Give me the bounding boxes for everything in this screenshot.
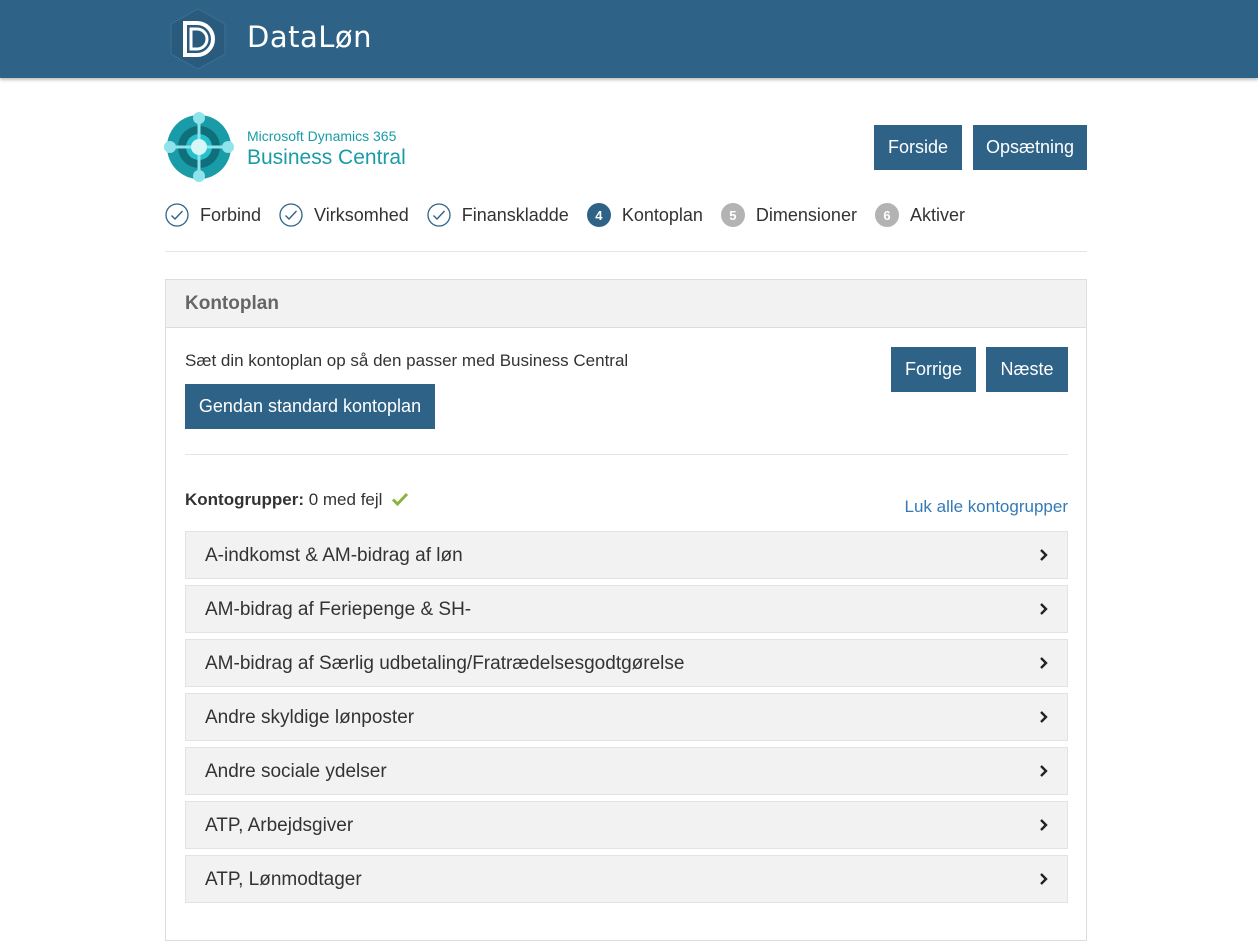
step-activate[interactable]: 6 Aktiver [874,203,965,227]
wizard-steps: Forbind Virksomhed Finanskladde 4 Kontop… [165,201,983,229]
chevron-right-icon [1040,711,1048,723]
step-label: Kontoplan [621,204,703,225]
step-company[interactable]: Virksomhed [279,203,409,227]
product-title: Business Central [247,146,406,169]
account-group-label: ATP, Lønmodtager [205,869,362,890]
account-group-label: A-indkomst & AM-bidrag af løn [205,545,463,566]
account-groups-list: A-indkomst & AM-bidrag af løn AM-bidrag … [185,531,1068,909]
account-groups-error-count: 0 med fejl [308,490,383,509]
step-chart-of-accounts[interactable]: 4 Kontoplan [586,203,703,227]
check-icon [392,492,409,507]
setup-button[interactable]: Opsætning [973,125,1087,170]
step-label: Aktiver [909,204,965,225]
product-subtitle: Microsoft Dynamics 365 [247,128,397,144]
account-group-label: Andre sociale ydelser [205,761,387,782]
chevron-right-icon [1040,549,1048,561]
chevron-right-icon [1040,603,1048,615]
step-dimensions[interactable]: 5 Dimensioner [720,203,857,227]
step-label: Virksomhed [314,204,409,225]
divider [185,454,1068,455]
account-group-item[interactable]: Andre sociale ydelser [185,747,1068,795]
account-group-item[interactable]: Andre skyldige lønposter [185,693,1068,741]
step-connect[interactable]: Forbind [165,203,261,227]
account-group-item[interactable]: A-indkomst & AM-bidrag af løn [185,531,1068,579]
check-circle-icon [165,203,189,227]
chevron-right-icon [1040,819,1048,831]
step-label: Finanskladde [461,204,569,225]
chevron-right-icon [1040,657,1048,669]
business-central-logo-icon [164,112,234,182]
panel-title: Kontoplan [185,293,279,314]
account-group-label: Andre skyldige lønposter [205,707,415,728]
step-number: 6 [874,203,899,227]
check-circle-icon [427,203,451,227]
account-groups-status: Kontogrupper: 0 med fejl [185,490,409,510]
account-group-item[interactable]: AM-bidrag af Feriepenge & SH- [185,585,1068,633]
divider [165,251,1087,252]
check-circle-icon [279,203,303,227]
chevron-right-icon [1040,873,1048,885]
account-group-item[interactable]: ATP, Lønmodtager [185,855,1068,903]
account-group-item[interactable]: AM-bidrag af Særlig udbetaling/Fratrædel… [185,639,1068,687]
step-label: Dimensioner [755,204,857,225]
account-group-label: AM-bidrag af Feriepenge & SH- [205,599,472,620]
step-number: 4 [586,203,611,227]
collapse-all-link[interactable]: Luk alle kontogrupper [904,497,1068,517]
account-group-item[interactable]: ATP, Arbejdsgiver [185,801,1068,849]
chart-of-accounts-panel: Kontoplan Sæt din kontoplan op så den pa… [165,279,1087,941]
account-groups-label: Kontogrupper: [185,490,304,509]
brand-name[interactable]: DataLøn [247,20,372,54]
panel-description: Sæt din kontoplan op så den passer med B… [185,351,629,370]
chevron-right-icon [1040,765,1048,777]
datalon-logo-icon[interactable] [165,7,231,71]
restore-default-button[interactable]: Gendan standard kontoplan [185,384,435,429]
next-button[interactable]: Næste [986,347,1068,392]
previous-button[interactable]: Forrige [891,347,976,392]
account-group-label: AM-bidrag af Særlig udbetaling/Fratrædel… [205,653,685,674]
account-group-label: ATP, Arbejdsgiver [205,815,354,836]
step-label: Forbind [200,204,262,225]
top-bar: DataLøn [0,0,1258,78]
step-journal[interactable]: Finanskladde [427,203,569,227]
home-button[interactable]: Forside [874,125,962,170]
panel-header [166,280,1086,328]
step-number: 5 [720,203,745,227]
